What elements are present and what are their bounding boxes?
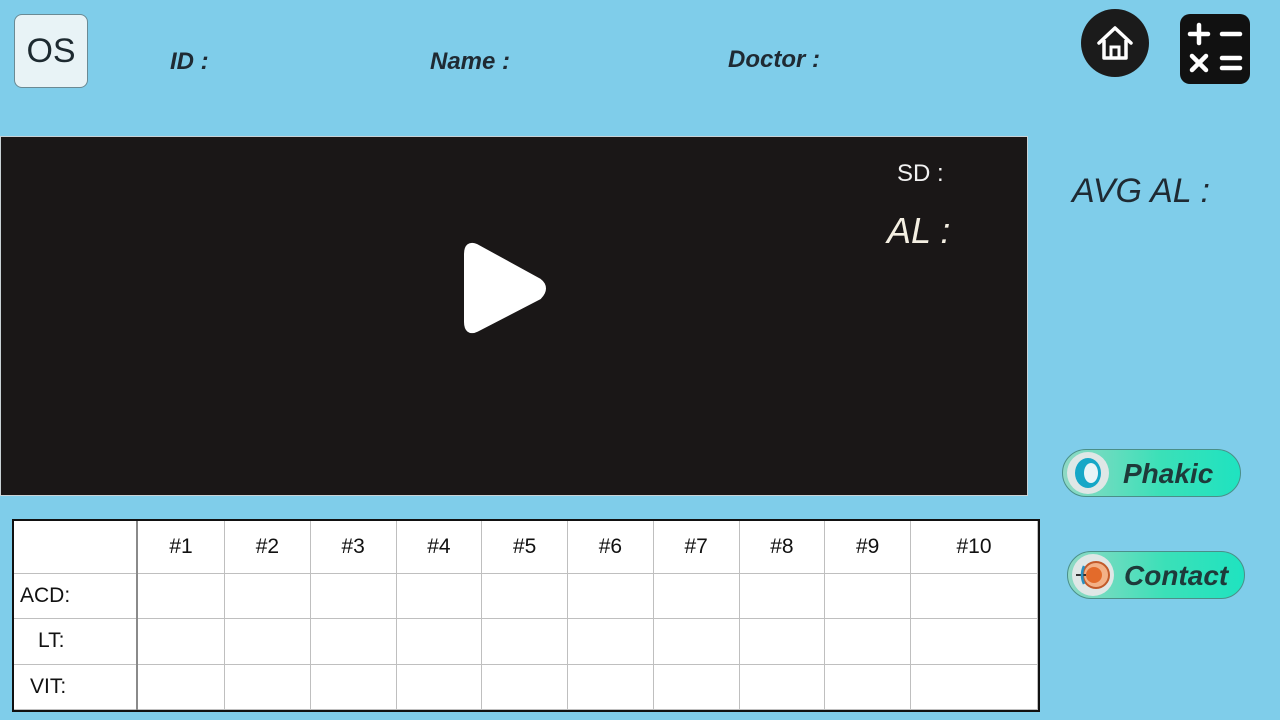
table-header-row: #1 #2 #3 #4 #5 #6 #7 #8 #9 #10 bbox=[14, 521, 1038, 574]
table-cell bbox=[224, 663, 311, 711]
table-cell bbox=[481, 572, 569, 620]
table-cell bbox=[309, 663, 397, 711]
column-header: #1 bbox=[136, 521, 226, 574]
row-label-vit: VIT: bbox=[14, 663, 138, 711]
table-cell bbox=[738, 572, 826, 620]
al-label: AL : bbox=[887, 210, 951, 251]
table-cell bbox=[309, 572, 397, 620]
table-cell bbox=[824, 572, 912, 620]
name-label: Name : bbox=[430, 48, 511, 75]
column-header: #3 bbox=[309, 521, 397, 574]
calculator-icon bbox=[1187, 22, 1243, 73]
column-header: #2 bbox=[224, 521, 311, 574]
column-header: #9 bbox=[824, 521, 912, 574]
contact-button[interactable]: Contact bbox=[1067, 551, 1245, 599]
table-cell bbox=[738, 618, 826, 665]
calculator-button[interactable] bbox=[1180, 14, 1250, 84]
table-row-vit: VIT: bbox=[14, 663, 1038, 711]
column-header: #6 bbox=[567, 521, 654, 574]
table-cell bbox=[652, 572, 740, 620]
table-cell bbox=[567, 663, 654, 711]
column-header: #4 bbox=[395, 521, 483, 574]
table-cell bbox=[136, 572, 226, 620]
id-label: ID : bbox=[170, 48, 209, 75]
table-cell bbox=[136, 663, 226, 711]
table-cell bbox=[136, 618, 226, 665]
table-cell bbox=[910, 572, 1038, 620]
table-cell bbox=[652, 663, 740, 711]
table-cell bbox=[652, 618, 740, 665]
table-cell bbox=[824, 663, 912, 711]
table-cell bbox=[481, 618, 569, 665]
table-cell bbox=[910, 663, 1038, 711]
contact-label: Contact bbox=[1124, 560, 1229, 591]
eye-side-button[interactable]: OS bbox=[14, 14, 88, 88]
sd-label: SD : bbox=[897, 160, 944, 187]
doctor-label: Doctor : bbox=[728, 46, 820, 73]
column-header: #10 bbox=[910, 521, 1038, 574]
row-label-lt: LT: bbox=[14, 618, 138, 665]
table-corner-cell bbox=[14, 521, 138, 574]
table-cell bbox=[910, 618, 1038, 665]
play-icon[interactable] bbox=[462, 238, 548, 338]
home-icon bbox=[1097, 26, 1133, 60]
table-cell bbox=[824, 618, 912, 665]
eye-icon bbox=[1072, 554, 1114, 596]
column-header: #5 bbox=[481, 521, 569, 574]
table-cell bbox=[567, 618, 654, 665]
avg-al-label: AVG AL : bbox=[1072, 172, 1210, 210]
column-header: #8 bbox=[738, 521, 826, 574]
table-cell bbox=[738, 663, 826, 711]
table-row-lt: LT: bbox=[14, 618, 1038, 665]
table-cell bbox=[567, 572, 654, 620]
lens-icon bbox=[1067, 452, 1109, 494]
table-cell bbox=[224, 572, 311, 620]
table-row-acd: ACD: bbox=[14, 572, 1038, 620]
table-cell bbox=[481, 663, 569, 711]
phakic-label: Phakic bbox=[1123, 458, 1214, 489]
table-cell bbox=[309, 618, 397, 665]
table-cell bbox=[395, 663, 483, 711]
column-header: #7 bbox=[652, 521, 740, 574]
phakic-button[interactable]: Phakic bbox=[1062, 449, 1241, 497]
eye-side-label: OS bbox=[26, 31, 76, 70]
row-label-acd: ACD: bbox=[14, 572, 138, 620]
table-cell bbox=[224, 618, 311, 665]
home-button[interactable] bbox=[1081, 9, 1149, 77]
measurement-table: #1 #2 #3 #4 #5 #6 #7 #8 #9 #10 ACD: LT: bbox=[12, 519, 1040, 712]
table-cell bbox=[395, 618, 483, 665]
table-cell bbox=[395, 572, 483, 620]
